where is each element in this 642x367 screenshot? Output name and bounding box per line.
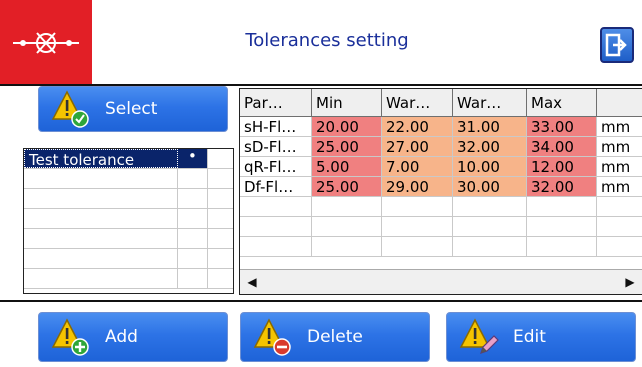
page-title: Tolerances setting (245, 30, 409, 51)
warning-delete-icon (253, 317, 293, 357)
gauge-logo-icon (0, 0, 92, 86)
tolerance-name: Test tolerance (29, 151, 135, 169)
list-item[interactable]: Test tolerance • (24, 147, 233, 169)
table-cell-empty (382, 197, 453, 217)
table-cell-empty (240, 197, 312, 217)
exit-icon (605, 33, 627, 57)
add-button[interactable]: Add (38, 312, 228, 362)
header: Tolerances setting (0, 0, 642, 86)
table-cell-unit[interactable]: mm (597, 137, 642, 157)
table-cell-max[interactable]: 12.00 (527, 157, 597, 177)
table-cell-empty (382, 237, 453, 257)
table-cell-warning-high[interactable]: 30.00 (453, 177, 527, 197)
table-cell-empty (240, 237, 312, 257)
table-cell-empty (240, 217, 312, 237)
table-cell-unit[interactable]: mm (597, 177, 642, 197)
table-cell-parameter[interactable]: qR-Fl… (240, 157, 312, 177)
table-cell-empty (527, 237, 597, 257)
list-item[interactable] (24, 229, 233, 249)
add-button-label: Add (105, 327, 138, 347)
table-cell-warning-high[interactable]: 32.00 (453, 137, 527, 157)
table-cell-min[interactable]: 25.00 (312, 177, 382, 197)
table-cell-empty (453, 237, 527, 257)
table-cell-warning-high[interactable]: 10.00 (453, 157, 527, 177)
table-cell-empty (597, 217, 642, 237)
column-header-min[interactable]: Min (312, 89, 382, 117)
delete-button[interactable]: Delete (240, 312, 430, 362)
warning-edit-icon (459, 317, 499, 357)
table-cell-empty (312, 237, 382, 257)
table-cell-empty (527, 197, 597, 217)
table-cell-empty (453, 217, 527, 237)
exit-button[interactable] (600, 27, 634, 63)
table-cell-empty (597, 197, 642, 217)
column-header-unit[interactable] (597, 89, 642, 117)
tolerance-table[interactable]: Par… Min War… War… Max sH-Fl… 20.00 22.0… (239, 88, 642, 295)
select-button-label: Select (105, 99, 158, 119)
table-cell-max[interactable]: 33.00 (527, 117, 597, 137)
table-cell-warning-low[interactable]: 7.00 (382, 157, 453, 177)
table-cell-max[interactable]: 34.00 (527, 137, 597, 157)
table-cell-min[interactable]: 5.00 (312, 157, 382, 177)
list-item[interactable] (24, 269, 233, 289)
table-cell-parameter[interactable]: Df-Fl… (240, 177, 312, 197)
table-cell-empty (382, 217, 453, 237)
footer-divider (0, 300, 642, 302)
table-cell-unit[interactable]: mm (597, 117, 642, 137)
warning-add-icon (51, 317, 91, 357)
list-item[interactable] (24, 249, 233, 269)
column-header-warning-low[interactable]: War… (382, 89, 453, 117)
table-cell-empty (597, 237, 642, 257)
table-cell-warning-low[interactable]: 27.00 (382, 137, 453, 157)
table-cell-min[interactable]: 20.00 (312, 117, 382, 137)
active-marker: • (188, 147, 197, 165)
column-header-max[interactable]: Max (527, 89, 597, 117)
table-cell-parameter[interactable]: sH-Fl… (240, 117, 312, 137)
horizontal-scrollbar[interactable]: ◀ ▶ (240, 269, 642, 294)
warning-check-icon (51, 89, 91, 129)
table-cell-parameter[interactable]: sD-Fl… (240, 137, 312, 157)
table-cell-warning-low[interactable]: 22.00 (382, 117, 453, 137)
table-cell-empty (312, 217, 382, 237)
table-cell-max[interactable]: 32.00 (527, 177, 597, 197)
list-item[interactable] (24, 189, 233, 209)
delete-button-label: Delete (307, 327, 363, 347)
table-cell-min[interactable]: 25.00 (312, 137, 382, 157)
scroll-right-arrow-icon[interactable]: ▶ (620, 270, 640, 294)
table-cell-warning-high[interactable]: 31.00 (453, 117, 527, 137)
table-cell-empty (453, 197, 527, 217)
list-item[interactable] (24, 209, 233, 229)
list-item[interactable] (24, 169, 233, 189)
table-cell-empty (527, 217, 597, 237)
scroll-left-arrow-icon[interactable]: ◀ (242, 270, 262, 294)
tolerance-list[interactable]: Test tolerance • (23, 147, 234, 294)
edit-button[interactable]: Edit (446, 312, 636, 362)
column-header-parameter[interactable]: Par… (240, 89, 312, 117)
column-header-warning-high[interactable]: War… (453, 89, 527, 117)
table-cell-unit[interactable]: mm (597, 157, 642, 177)
table-cell-warning-low[interactable]: 29.00 (382, 177, 453, 197)
table-cell-empty (312, 197, 382, 217)
edit-button-label: Edit (513, 327, 546, 347)
select-button[interactable]: Select (38, 86, 228, 132)
